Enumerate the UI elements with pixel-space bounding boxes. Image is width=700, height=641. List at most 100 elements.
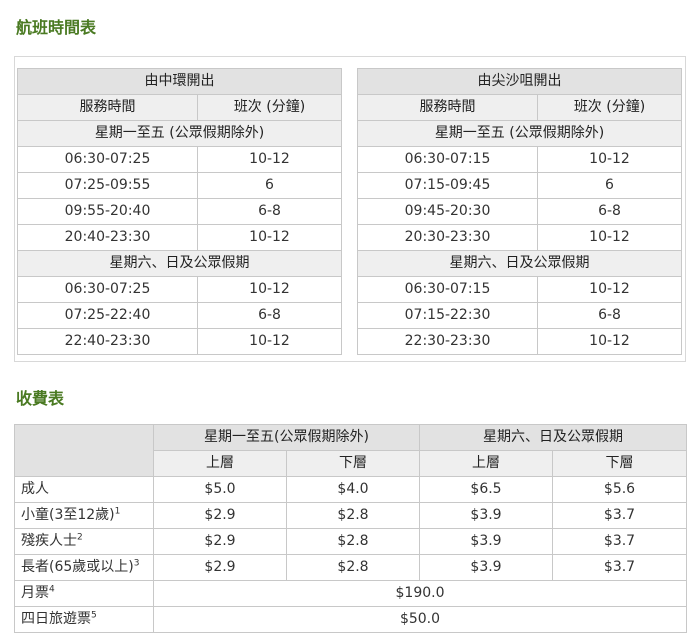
- table-row: 小童(3至12歲)1 $2.9 $2.8 $3.9 $3.7: [14, 502, 687, 529]
- fare-value: $3.7: [552, 528, 687, 555]
- ticket-type-label: 月票: [21, 585, 49, 601]
- service-time: 22:30-23:30: [357, 328, 538, 355]
- frequency: 10-12: [197, 224, 342, 251]
- passenger-type: 殘疾人士2: [14, 528, 154, 555]
- fare-value: $2.8: [286, 528, 420, 555]
- service-time: 06:30-07:15: [357, 276, 538, 303]
- service-time: 09:45-20:30: [357, 198, 538, 225]
- table-row: 月票4 $190.0: [14, 580, 687, 607]
- fare-value: $3.9: [419, 528, 553, 555]
- table-row: 07:25-22:40 6-8: [17, 302, 342, 329]
- column-header-lower-deck: 下層: [552, 450, 687, 477]
- footnote-marker[interactable]: 2: [77, 532, 83, 542]
- service-time: 07:15-09:45: [357, 172, 538, 199]
- schedule-panel: 由中環開出 服務時間 班次 (分鐘) 星期一至五 (公眾假期除外) 06:30-…: [14, 56, 686, 362]
- footnote-marker[interactable]: 3: [134, 558, 140, 568]
- fare-value: $2.9: [153, 528, 287, 555]
- schedule-table-central: 由中環開出 服務時間 班次 (分鐘) 星期一至五 (公眾假期除外) 06:30-…: [17, 68, 342, 355]
- fare-value: $190.0: [153, 580, 687, 607]
- service-time: 07:15-22:30: [357, 302, 538, 329]
- service-time: 22:40-23:30: [17, 328, 198, 355]
- table-row: 20:40-23:30 10-12: [17, 224, 342, 251]
- table-row: 07:15-22:30 6-8: [357, 302, 682, 329]
- fare-section-title: 收費表: [16, 389, 65, 408]
- fare-value: $3.9: [419, 502, 553, 529]
- passenger-type: 小童(3至12歲)1: [14, 502, 154, 529]
- table-row: 殘疾人士2 $2.9 $2.8 $3.9 $3.7: [14, 528, 687, 555]
- service-time: 06:30-07:25: [17, 146, 198, 173]
- ticket-type: 四日旅遊票5: [14, 606, 154, 633]
- frequency: 6-8: [197, 302, 342, 329]
- table-row: 成人 $5.0 $4.0 $6.5 $5.6: [14, 476, 687, 503]
- service-time: 20:30-23:30: [357, 224, 538, 251]
- frequency: 6-8: [537, 198, 682, 225]
- fare-value: $50.0: [153, 606, 687, 633]
- footnote-marker[interactable]: 4: [49, 584, 55, 594]
- footnote-marker[interactable]: 5: [91, 610, 97, 620]
- service-time: 09:55-20:40: [17, 198, 198, 225]
- table-row: 07:25-09:55 6: [17, 172, 342, 199]
- weekend-section-label: 星期六、日及公眾假期: [17, 250, 342, 277]
- frequency: 10-12: [197, 328, 342, 355]
- frequency: 10-12: [197, 146, 342, 173]
- column-header-upper-deck: 上層: [153, 450, 287, 477]
- frequency: 6-8: [197, 198, 342, 225]
- service-time: 07:25-22:40: [17, 302, 198, 329]
- weekend-section-label: 星期六、日及公眾假期: [357, 250, 682, 277]
- column-header-frequency: 班次 (分鐘): [537, 94, 682, 121]
- table-row: 09:55-20:40 6-8: [17, 198, 342, 225]
- table-row: 06:30-07:25 10-12: [17, 146, 342, 173]
- table-heading: 由尖沙咀開出: [357, 68, 682, 95]
- table-row: 06:30-07:15 10-12: [357, 276, 682, 303]
- frequency: 6: [537, 172, 682, 199]
- column-header-service-time: 服務時間: [17, 94, 198, 121]
- table-row: 06:30-07:25 10-12: [17, 276, 342, 303]
- service-time: 20:40-23:30: [17, 224, 198, 251]
- column-header-frequency: 班次 (分鐘): [197, 94, 342, 121]
- table-row: 22:40-23:30 10-12: [17, 328, 342, 355]
- schedule-section-title: 航班時間表: [16, 18, 97, 37]
- service-time: 06:30-07:15: [357, 146, 538, 173]
- fare-value: $5.0: [153, 476, 287, 503]
- passenger-type-label: 殘疾人士: [21, 533, 77, 549]
- table-row: 22:30-23:30 10-12: [357, 328, 682, 355]
- fare-group-weekday: 星期一至五(公眾假期除外): [153, 424, 420, 451]
- service-time: 06:30-07:25: [17, 276, 198, 303]
- fare-value: $6.5: [419, 476, 553, 503]
- frequency: 10-12: [537, 276, 682, 303]
- fare-value: $3.7: [552, 502, 687, 529]
- column-header-service-time: 服務時間: [357, 94, 538, 121]
- passenger-type: 成人: [14, 476, 154, 503]
- frequency: 10-12: [537, 224, 682, 251]
- fare-value: $4.0: [286, 476, 420, 503]
- service-time: 07:25-09:55: [17, 172, 198, 199]
- table-row: 長者(65歲或以上)3 $2.9 $2.8 $3.9 $3.7: [14, 554, 687, 581]
- fare-value: $2.9: [153, 502, 287, 529]
- weekday-section-label: 星期一至五 (公眾假期除外): [17, 120, 342, 147]
- frequency: 10-12: [537, 328, 682, 355]
- ticket-type: 月票4: [14, 580, 154, 607]
- fare-corner-cell: [14, 424, 154, 477]
- table-row: 07:15-09:45 6: [357, 172, 682, 199]
- schedule-table-tst: 由尖沙咀開出 服務時間 班次 (分鐘) 星期一至五 (公眾假期除外) 06:30…: [357, 68, 682, 355]
- passenger-type-label: 小童(3至12歲): [21, 507, 115, 523]
- fare-group-weekend: 星期六、日及公眾假期: [419, 424, 687, 451]
- passenger-type-label: 長者(65歲或以上): [21, 559, 134, 575]
- table-row: 06:30-07:15 10-12: [357, 146, 682, 173]
- passenger-type: 長者(65歲或以上)3: [14, 554, 154, 581]
- fare-value: $2.9: [153, 554, 287, 581]
- table-heading: 由中環開出: [17, 68, 342, 95]
- fare-table: 星期一至五(公眾假期除外) 星期六、日及公眾假期 上層 下層 上層 下層 成人 …: [14, 424, 687, 633]
- ticket-type-label: 四日旅遊票: [21, 611, 91, 627]
- fare-value: $3.7: [552, 554, 687, 581]
- fare-value: $2.8: [286, 554, 420, 581]
- fare-value: $2.8: [286, 502, 420, 529]
- footnote-marker[interactable]: 1: [115, 506, 121, 516]
- table-row: 四日旅遊票5 $50.0: [14, 606, 687, 633]
- weekday-section-label: 星期一至五 (公眾假期除外): [357, 120, 682, 147]
- frequency: 10-12: [197, 276, 342, 303]
- fare-value: $3.9: [419, 554, 553, 581]
- passenger-type-label: 成人: [21, 481, 49, 497]
- fare-value: $5.6: [552, 476, 687, 503]
- column-header-upper-deck: 上層: [419, 450, 553, 477]
